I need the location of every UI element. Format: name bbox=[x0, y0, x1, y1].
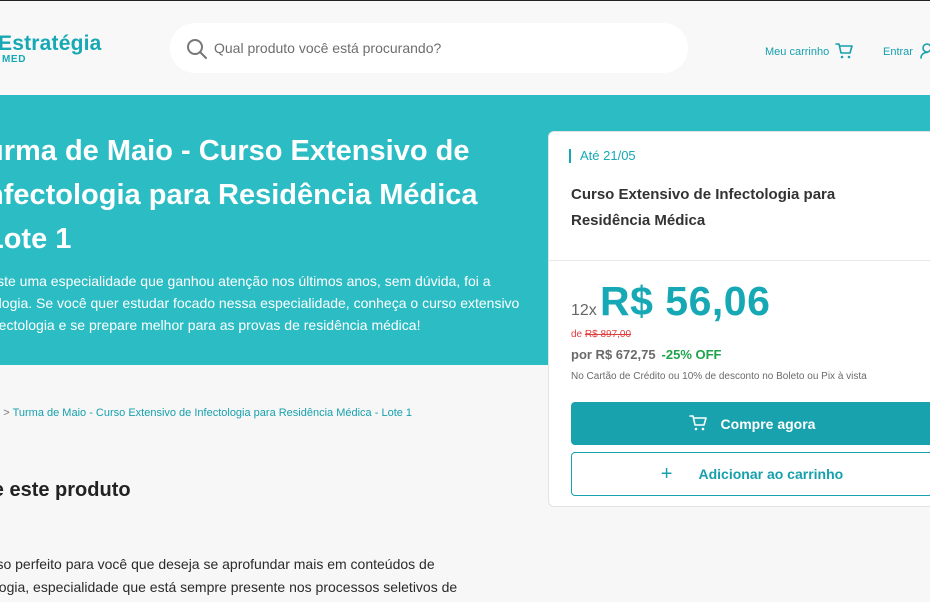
search-input[interactable] bbox=[214, 23, 674, 73]
login-link-label: Entrar bbox=[883, 46, 913, 58]
course-title-line: urma de Maio - Curso Extensivo de bbox=[0, 135, 470, 167]
search-icon[interactable] bbox=[186, 38, 208, 60]
full-price-value: por R$ 672,75 bbox=[571, 347, 656, 362]
cart-link[interactable]: Meu carrinho bbox=[765, 42, 854, 62]
about-product-heading: re este produto bbox=[0, 479, 131, 501]
installment-price: R$ 56,06 bbox=[600, 278, 771, 324]
card-divider bbox=[549, 260, 930, 261]
logo-text: Estratégia bbox=[0, 32, 102, 55]
course-title-line: Lote 1 bbox=[0, 223, 72, 255]
buy-now-button[interactable]: Compre agora bbox=[571, 402, 930, 445]
cart-button-icon bbox=[688, 414, 707, 434]
add-to-cart-label: Adicionar ao carrinho bbox=[698, 466, 844, 482]
course-description-line: tologia. Se você quer estudar focado nes… bbox=[0, 295, 520, 311]
payment-note: No Cartão de Crédito ou 10% de desconto … bbox=[571, 371, 867, 382]
add-to-cart-button[interactable]: + Adicionar ao carrinho bbox=[571, 452, 930, 496]
old-price: de R$ 897,00 bbox=[571, 329, 631, 340]
plus-icon: + bbox=[660, 463, 673, 485]
course-description: xiste uma especialidade que ganhou atenç… bbox=[0, 270, 532, 336]
search-bar[interactable] bbox=[170, 23, 688, 73]
site-header: Estratégia MED Meu carrinho Entrar bbox=[0, 1, 930, 95]
purchase-card: Até 21/05 Curso Extensivo de Infectologi… bbox=[548, 131, 930, 507]
course-title-line: nfectologia para Residência Médica bbox=[0, 179, 478, 211]
login-link[interactable]: Entrar bbox=[883, 42, 930, 62]
card-product-title: Curso Extensivo de Infectologia para Res… bbox=[571, 186, 836, 229]
logo-subtext: MED bbox=[2, 54, 27, 65]
course-title: urma de Maio - Curso Extensivo de nfecto… bbox=[0, 129, 526, 261]
about-product-line: urso perfeito para você que deseja se ap… bbox=[0, 556, 435, 572]
logo[interactable]: Estratégia MED bbox=[0, 32, 102, 65]
about-product-line: tologia, especialidade que está sempre p… bbox=[0, 579, 458, 595]
offer-deadline: Até 21/05 bbox=[569, 149, 636, 163]
breadcrumb: go > Turma de Maio - Curso Extensivo de … bbox=[0, 407, 412, 419]
installments-count: 12x bbox=[571, 302, 597, 319]
old-price-prefix: de bbox=[571, 329, 585, 340]
breadcrumb-parent[interactable]: go > bbox=[0, 407, 13, 419]
breadcrumb-current[interactable]: Turma de Maio - Curso Extensivo de Infec… bbox=[13, 407, 412, 419]
cart-icon bbox=[835, 42, 854, 62]
user-icon bbox=[919, 42, 930, 62]
discount-badge: -25% OFF bbox=[661, 347, 722, 362]
about-product-text: urso perfeito para você que deseja se ap… bbox=[0, 553, 522, 599]
course-description-line: nfectologia e se prepare melhor para as … bbox=[0, 317, 421, 333]
old-price-value: R$ 897,00 bbox=[584, 329, 632, 340]
course-description-line: xiste uma especialidade que ganhou atenç… bbox=[0, 273, 491, 289]
full-price: por R$ 672,75 -25% OFF bbox=[571, 347, 722, 362]
cart-link-label: Meu carrinho bbox=[765, 46, 830, 58]
buy-now-label: Compre agora bbox=[720, 415, 816, 432]
